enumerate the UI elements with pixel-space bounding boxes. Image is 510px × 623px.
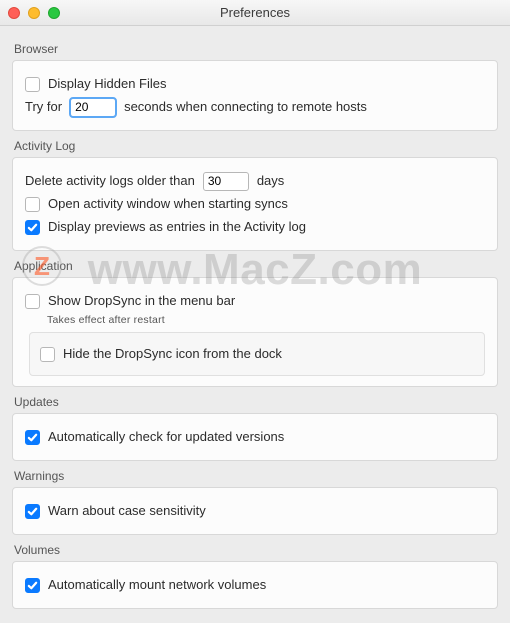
panel-updates: Automatically check for updated versions	[12, 413, 498, 461]
label-mount-volumes: Automatically mount network volumes	[48, 575, 266, 595]
panel-activity: Delete activity logs older than days Ope…	[12, 157, 498, 251]
panel-browser: Display Hidden Files Try for seconds whe…	[12, 60, 498, 131]
label-try-for-suffix: seconds when connecting to remote hosts	[124, 97, 367, 117]
close-icon[interactable]	[8, 7, 20, 19]
section-label-activity: Activity Log	[14, 139, 498, 153]
label-auto-update: Automatically check for updated versions	[48, 427, 284, 447]
label-show-menubar: Show DropSync in the menu bar	[48, 291, 235, 311]
label-older-suffix: days	[257, 171, 284, 191]
label-older-prefix: Delete activity logs older than	[25, 171, 195, 191]
titlebar: Preferences	[0, 0, 510, 26]
label-display-previews: Display previews as entries in the Activ…	[48, 217, 306, 237]
label-open-activity-window: Open activity window when starting syncs	[48, 194, 288, 214]
label-case-sensitivity: Warn about case sensitivity	[48, 501, 206, 521]
checkbox-auto-update[interactable]	[25, 430, 40, 445]
preferences-content: Browser Display Hidden Files Try for sec…	[0, 26, 510, 623]
window-title: Preferences	[0, 5, 510, 20]
section-label-browser: Browser	[14, 42, 498, 56]
checkbox-show-menubar[interactable]	[25, 294, 40, 309]
checkbox-hide-dock[interactable]	[40, 347, 55, 362]
zoom-icon[interactable]	[48, 7, 60, 19]
note-restart: Takes effect after restart	[47, 314, 485, 326]
section-label-application: Application	[14, 259, 498, 273]
checkbox-open-activity-window[interactable]	[25, 197, 40, 212]
input-older-days[interactable]	[203, 172, 249, 191]
label-display-hidden-files: Display Hidden Files	[48, 74, 167, 94]
input-try-seconds[interactable]	[70, 98, 116, 117]
checkbox-display-previews[interactable]	[25, 220, 40, 235]
checkbox-display-hidden-files[interactable]	[25, 77, 40, 92]
panel-volumes: Automatically mount network volumes	[12, 561, 498, 609]
panel-warnings: Warn about case sensitivity	[12, 487, 498, 535]
window-controls	[8, 7, 60, 19]
label-hide-dock: Hide the DropSync icon from the dock	[63, 344, 282, 364]
checkbox-mount-volumes[interactable]	[25, 578, 40, 593]
panel-application: Show DropSync in the menu bar Takes effe…	[12, 277, 498, 387]
checkbox-case-sensitivity[interactable]	[25, 504, 40, 519]
section-label-warnings: Warnings	[14, 469, 498, 483]
minimize-icon[interactable]	[28, 7, 40, 19]
label-try-for-prefix: Try for	[25, 97, 62, 117]
section-label-updates: Updates	[14, 395, 498, 409]
sub-panel-dock: Hide the DropSync icon from the dock	[29, 332, 485, 376]
section-label-volumes: Volumes	[14, 543, 498, 557]
